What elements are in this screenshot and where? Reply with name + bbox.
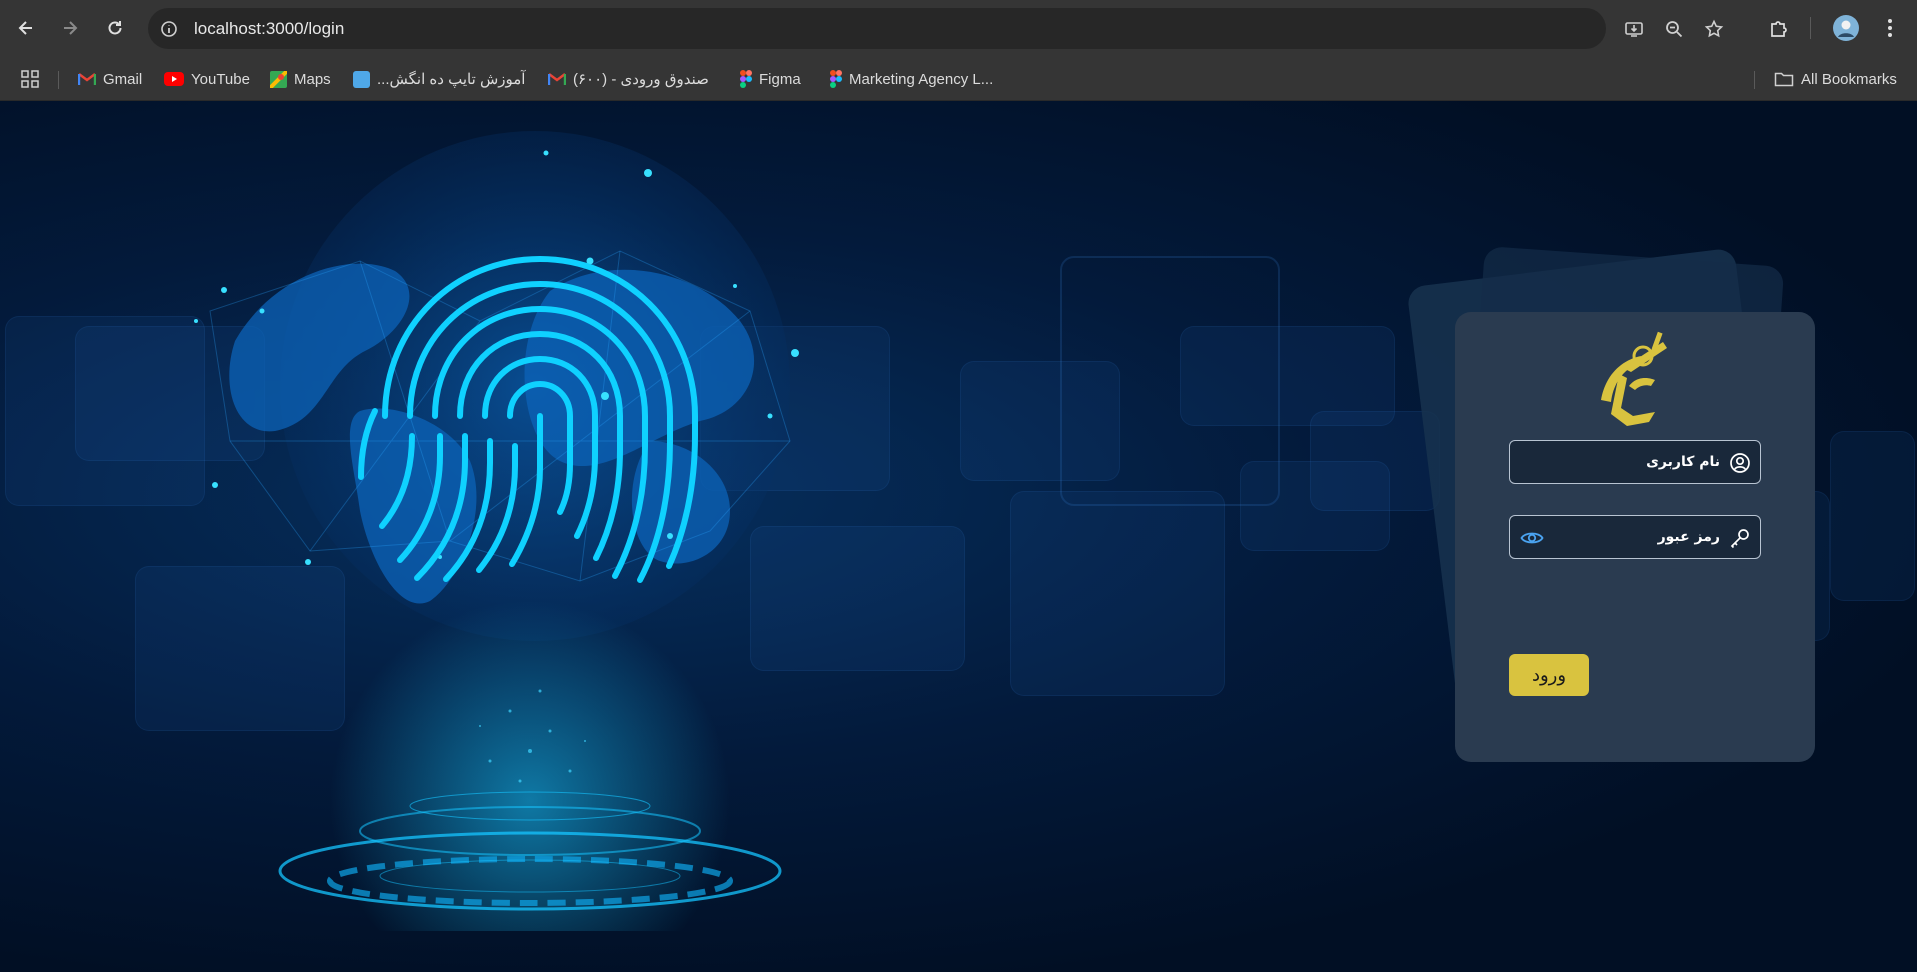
reload-icon	[108, 21, 122, 35]
fingerprint-globe-illustration	[194, 131, 799, 931]
username-input[interactable]	[1510, 441, 1760, 483]
bookmark-label: صندوق ورودی - (۶۰۰)	[573, 71, 709, 88]
folder-icon	[1774, 72, 1794, 87]
gmail-icon	[548, 73, 566, 85]
bookmark-inbox[interactable]: صندوق ورودی - (۶۰۰)	[548, 66, 709, 92]
key-icon	[1730, 529, 1749, 549]
bookmark-gmail[interactable]: Gmail	[78, 66, 142, 92]
reload-button[interactable]	[101, 14, 129, 42]
forward-button[interactable]	[56, 14, 84, 42]
figma-icon	[830, 70, 842, 88]
profile-avatar[interactable]	[1832, 14, 1860, 42]
login-card: ورود	[1455, 312, 1815, 762]
bookmarks-divider	[58, 71, 59, 89]
url-text: localhost:3000/login	[194, 19, 345, 38]
bookmark-youtube[interactable]: YouTube	[164, 66, 250, 92]
youtube-icon	[164, 72, 184, 86]
browser-toolbar: localhost:3000/login	[0, 0, 1917, 58]
bookmarks-bar: Gmail YouTube Maps آموزش تایپ ده انگش...…	[0, 58, 1917, 101]
avatar-icon	[1833, 15, 1859, 41]
bookmark-label: Maps	[294, 70, 331, 88]
maps-icon	[270, 70, 287, 88]
bookmark-label: Marketing Agency L...	[849, 70, 994, 88]
bookmarks-divider	[1754, 71, 1755, 89]
bookmark-label: YouTube	[191, 70, 250, 88]
browser-menu-button[interactable]	[1876, 14, 1904, 42]
show-password-eye-icon[interactable]	[1520, 527, 1544, 549]
bookmark-label: Gmail	[103, 70, 143, 88]
bookmark-marketing-agency[interactable]: Marketing Agency L...	[830, 66, 993, 92]
figma-icon	[740, 70, 752, 88]
bookmark-typing-tutorial[interactable]: آموزش تایپ ده انگش...	[353, 66, 525, 92]
login-submit-button[interactable]: ورود	[1509, 654, 1589, 696]
bookmark-star-icon[interactable]	[1703, 18, 1725, 40]
site-info-icon[interactable]	[158, 18, 180, 40]
bookmark-label: Figma	[759, 70, 801, 88]
login-page: ورود	[0, 101, 1917, 972]
puzzle-icon	[1771, 21, 1787, 37]
arrow-left-icon	[18, 21, 32, 35]
bookmark-figma[interactable]: Figma	[740, 66, 801, 92]
user-circle-icon	[1730, 453, 1750, 473]
username-field[interactable]	[1509, 440, 1761, 484]
back-button[interactable]	[12, 14, 40, 42]
bookmark-maps[interactable]: Maps	[270, 66, 331, 92]
emblem-logo	[1601, 331, 1667, 426]
extensions-button[interactable]	[1765, 14, 1793, 42]
gmail-icon	[78, 73, 96, 85]
typing-site-icon	[353, 70, 370, 88]
password-field[interactable]	[1509, 515, 1761, 559]
zoom-icon[interactable]	[1663, 18, 1685, 40]
toolbar-divider	[1810, 17, 1811, 39]
apps-grid-icon	[21, 70, 39, 88]
all-bookmarks-button[interactable]: All Bookmarks	[1774, 66, 1897, 92]
all-bookmarks-label: All Bookmarks	[1801, 70, 1897, 88]
address-bar[interactable]: localhost:3000/login	[148, 8, 1724, 49]
install-app-icon[interactable]	[1623, 18, 1645, 40]
arrow-right-icon	[64, 21, 78, 35]
apps-button[interactable]	[20, 66, 40, 92]
kebab-menu-icon	[1888, 19, 1892, 37]
bookmark-label: آموزش تایپ ده انگش...	[377, 71, 526, 88]
password-input[interactable]	[1510, 516, 1760, 558]
